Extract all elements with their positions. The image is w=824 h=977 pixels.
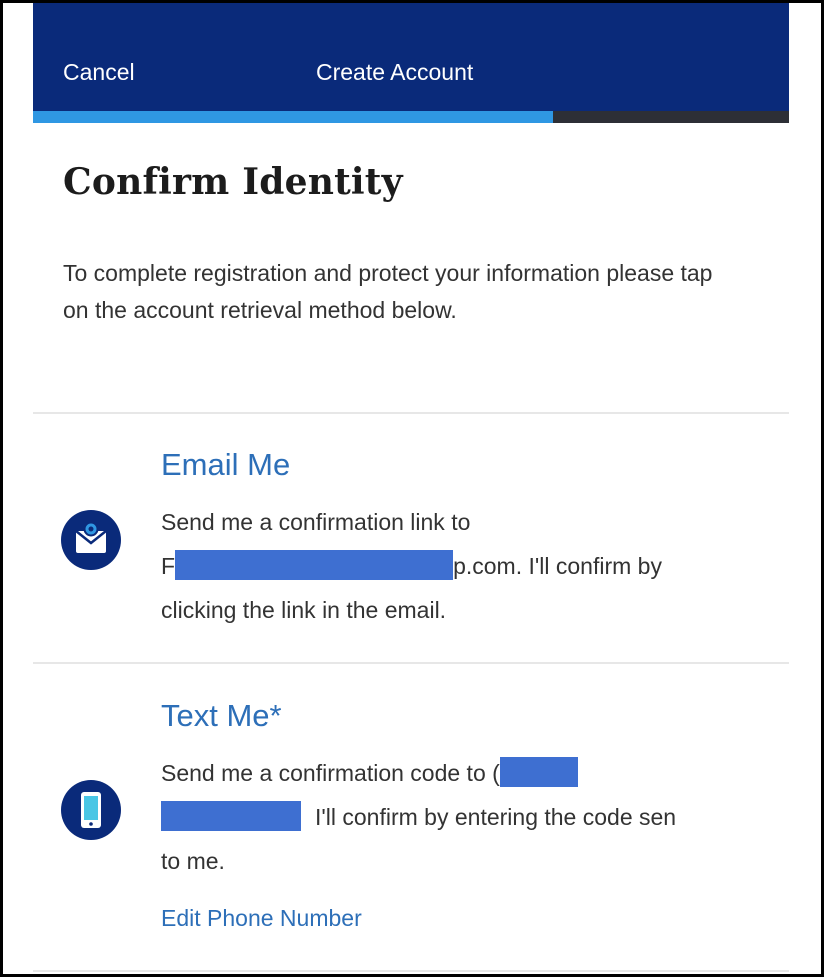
smartphone-icon — [61, 780, 121, 840]
email-line-1: Send me a confirmation link to — [161, 509, 471, 535]
navigation-bar: Cancel Create Account — [33, 3, 789, 111]
progress-fill — [33, 111, 554, 123]
edit-phone-number-link[interactable]: Edit Phone Number — [161, 905, 362, 932]
email-prefix: F — [161, 553, 176, 579]
text-line-3: to me. — [161, 848, 225, 874]
progress-bar — [33, 111, 789, 123]
email-me-option[interactable]: Email Me Send me a confirmation link to … — [33, 414, 789, 662]
redacted-email — [175, 550, 454, 580]
text-line-2: I'll confirm by entering the code sen — [161, 795, 676, 839]
email-me-description: Send me a confirmation link to Fp.com. I… — [161, 500, 662, 632]
email-line-2: Fp.com. I'll confirm by — [161, 544, 662, 588]
text-me-option[interactable]: Text Me* Send me a confirmation code to … — [33, 664, 789, 970]
text-me-title: Text Me* — [161, 698, 282, 733]
text-line-1: Send me a confirmation code to ( — [161, 751, 676, 795]
text-me-description: Send me a confirmation code to ( I'll co… — [161, 751, 676, 883]
cancel-button[interactable]: Cancel — [63, 59, 135, 86]
email-suffix: p.com. I'll confirm by — [453, 553, 662, 579]
page-title: Confirm Identity — [63, 161, 403, 203]
email-me-title: Email Me — [161, 447, 291, 482]
text-line-2-label: I'll confirm by entering the code sen — [315, 804, 677, 830]
divider — [33, 970, 789, 972]
email-line-3: clicking the link in the email. — [161, 597, 447, 623]
app-screen: Cancel Create Account Confirm Identity T… — [33, 3, 789, 974]
text-line-1-label: Send me a confirmation code to ( — [161, 760, 500, 786]
nav-title: Create Account — [316, 59, 474, 85]
envelope-icon — [61, 510, 121, 570]
redacted-phone-2 — [161, 801, 301, 831]
redacted-phone — [499, 757, 578, 787]
screenshot-frame: Cancel Create Account Confirm Identity T… — [0, 0, 824, 977]
intro-text: To complete registration and protect you… — [63, 260, 713, 323]
